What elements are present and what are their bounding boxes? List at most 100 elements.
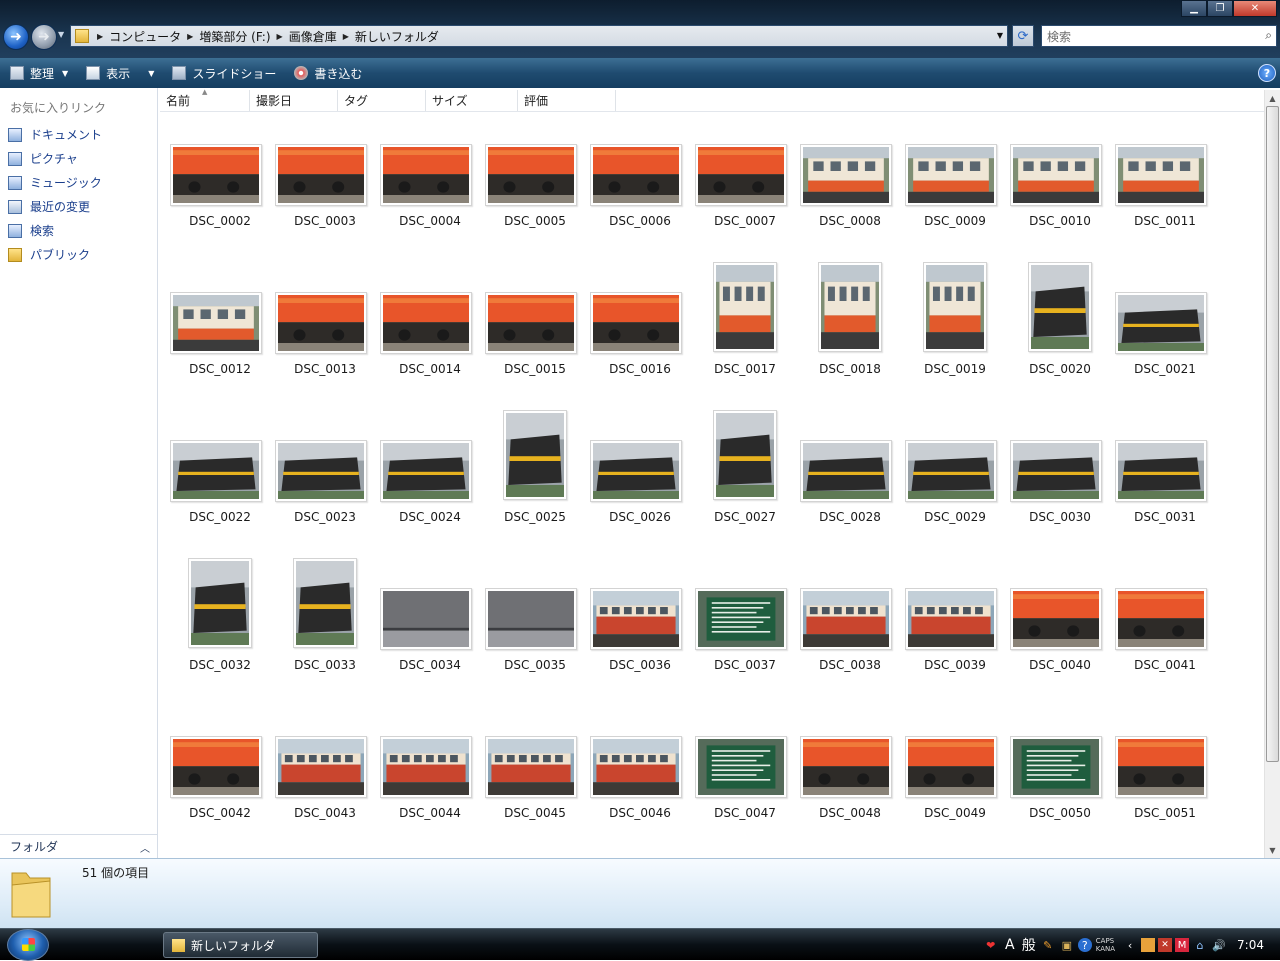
file-item[interactable]: DSC_0049 xyxy=(905,704,1005,844)
scroll-up-icon[interactable]: ▲ xyxy=(1265,90,1280,106)
column-rating[interactable]: 評価 xyxy=(518,90,616,111)
file-item[interactable]: DSC_0047 xyxy=(695,704,795,844)
thumbnail[interactable] xyxy=(170,292,262,354)
file-item[interactable]: DSC_0003 xyxy=(275,112,375,252)
thumbnail[interactable] xyxy=(1115,736,1207,798)
forward-button[interactable]: ➜ xyxy=(31,24,57,50)
minimize-button[interactable]: ▁ xyxy=(1181,0,1207,17)
file-item[interactable]: DSC_0030 xyxy=(1010,408,1110,548)
file-item[interactable]: DSC_0035 xyxy=(485,556,585,696)
thumbnail[interactable] xyxy=(905,588,997,650)
file-item[interactable]: DSC_0051 xyxy=(1115,704,1215,844)
thumbnail[interactable] xyxy=(1115,588,1207,650)
thumbnail[interactable] xyxy=(485,736,577,798)
file-item[interactable]: DSC_0048 xyxy=(800,704,900,844)
file-item[interactable]: DSC_0029 xyxy=(905,408,1005,548)
thumbnail[interactable] xyxy=(275,736,367,798)
view-button[interactable]: 表示 ▼ xyxy=(84,62,156,84)
thumbnail[interactable] xyxy=(170,144,262,206)
file-item[interactable]: DSC_0013 xyxy=(275,260,375,400)
organize-button[interactable]: 整理 ▼ xyxy=(8,62,70,84)
scroll-down-icon[interactable]: ▼ xyxy=(1265,842,1280,858)
back-button[interactable]: ➜ xyxy=(3,24,29,50)
app-tray-icon[interactable] xyxy=(1141,938,1156,952)
thumbnail[interactable] xyxy=(1010,588,1102,650)
file-item[interactable]: DSC_0008 xyxy=(800,112,900,252)
column-date-taken[interactable]: 撮影日 xyxy=(250,90,338,111)
thumbnail[interactable] xyxy=(818,262,882,352)
thumbnail[interactable] xyxy=(1010,144,1102,206)
app-tray-icon[interactable]: ✕ xyxy=(1158,938,1173,952)
thumbnail[interactable] xyxy=(695,144,787,206)
file-item[interactable]: DSC_0028 xyxy=(800,408,900,548)
file-item[interactable]: DSC_0026 xyxy=(590,408,690,548)
ime-dictionary-icon[interactable]: ▣ xyxy=(1059,937,1075,953)
close-button[interactable]: ✕ xyxy=(1233,0,1277,17)
thumbnail[interactable] xyxy=(590,736,682,798)
file-item[interactable]: DSC_0011 xyxy=(1115,112,1215,252)
thumbnail[interactable] xyxy=(380,588,472,650)
file-item[interactable]: DSC_0045 xyxy=(485,704,585,844)
breadcrumb-item[interactable]: ▶ 画像倉庫 xyxy=(277,28,337,45)
file-item[interactable]: DSC_0016 xyxy=(590,260,690,400)
slideshow-button[interactable]: スライドショー xyxy=(170,62,278,84)
file-item[interactable]: DSC_0015 xyxy=(485,260,585,400)
vertical-scrollbar[interactable]: ▲ ▼ xyxy=(1264,90,1280,858)
thumbnail[interactable] xyxy=(170,736,262,798)
file-item[interactable]: DSC_0043 xyxy=(275,704,375,844)
file-item[interactable]: DSC_0040 xyxy=(1010,556,1110,696)
breadcrumb-item[interactable]: ▶ 増築部分 (F:) xyxy=(187,28,270,45)
thumbnail[interactable] xyxy=(1028,262,1092,352)
language-bar-icon[interactable]: ❤ xyxy=(983,937,999,953)
thumbnail[interactable] xyxy=(695,588,787,650)
thumbnail[interactable] xyxy=(1115,292,1207,354)
breadcrumb-item[interactable]: ▶ コンピュータ xyxy=(97,28,181,45)
address-bar[interactable]: ▶ コンピュータ ▶ 増築部分 (F:) ▶ 画像倉庫 ▶ 新しいフォルダ ▼ xyxy=(70,25,1008,47)
sidebar-item-music[interactable]: ミュージック xyxy=(8,174,102,191)
volume-icon[interactable]: 🔊 xyxy=(1211,937,1227,953)
ime-input-mode[interactable]: A xyxy=(1002,937,1018,953)
search-icon[interactable]: ⌕ xyxy=(1265,28,1272,43)
thumbnail[interactable] xyxy=(485,144,577,206)
file-item[interactable]: DSC_0002 xyxy=(170,112,270,252)
file-item[interactable]: DSC_0020 xyxy=(1010,260,1110,400)
thumbnail[interactable] xyxy=(590,292,682,354)
thumbnail[interactable] xyxy=(905,736,997,798)
help-icon[interactable]: ? xyxy=(1077,938,1092,952)
sidebar-item-documents[interactable]: ドキュメント xyxy=(8,126,102,143)
thumbnail[interactable] xyxy=(170,440,262,502)
file-item[interactable]: DSC_0036 xyxy=(590,556,690,696)
file-item[interactable]: DSC_0039 xyxy=(905,556,1005,696)
file-item[interactable]: DSC_0004 xyxy=(380,112,480,252)
file-item[interactable]: DSC_0044 xyxy=(380,704,480,844)
thumbnail[interactable] xyxy=(1115,440,1207,502)
folders-toggle[interactable]: フォルダ ︿ xyxy=(0,834,158,858)
file-item[interactable]: DSC_0006 xyxy=(590,112,690,252)
help-button[interactable]: ? xyxy=(1258,64,1276,82)
taskbar-button-folder[interactable]: 新しいフォルダ xyxy=(163,932,318,958)
file-item[interactable]: DSC_0025 xyxy=(485,408,585,548)
thumbnail[interactable] xyxy=(275,144,367,206)
file-item[interactable]: DSC_0018 xyxy=(800,260,900,400)
thumbnail[interactable] xyxy=(800,736,892,798)
thumbnail[interactable] xyxy=(590,440,682,502)
file-item[interactable]: DSC_0032 xyxy=(170,556,270,696)
thumbnail[interactable] xyxy=(275,292,367,354)
file-item[interactable]: DSC_0014 xyxy=(380,260,480,400)
file-item[interactable]: DSC_0046 xyxy=(590,704,690,844)
maximize-button[interactable]: ❐ xyxy=(1207,0,1233,17)
ime-tools-icon[interactable]: ✎ xyxy=(1040,937,1056,953)
thumbnail[interactable] xyxy=(1010,736,1102,798)
thumbnail[interactable] xyxy=(590,144,682,206)
thumbnail[interactable] xyxy=(695,736,787,798)
thumbnail[interactable] xyxy=(590,588,682,650)
thumbnail[interactable] xyxy=(905,144,997,206)
sidebar-item-recent[interactable]: 最近の変更 xyxy=(8,198,90,215)
thumbnail[interactable] xyxy=(800,144,892,206)
thumbnail[interactable] xyxy=(800,588,892,650)
file-item[interactable]: DSC_0010 xyxy=(1010,112,1110,252)
clock[interactable]: 7:04 xyxy=(1237,938,1264,952)
file-item[interactable]: DSC_0034 xyxy=(380,556,480,696)
file-item[interactable]: DSC_0024 xyxy=(380,408,480,548)
breadcrumb-item[interactable]: ▶ 新しいフォルダ xyxy=(343,28,439,45)
